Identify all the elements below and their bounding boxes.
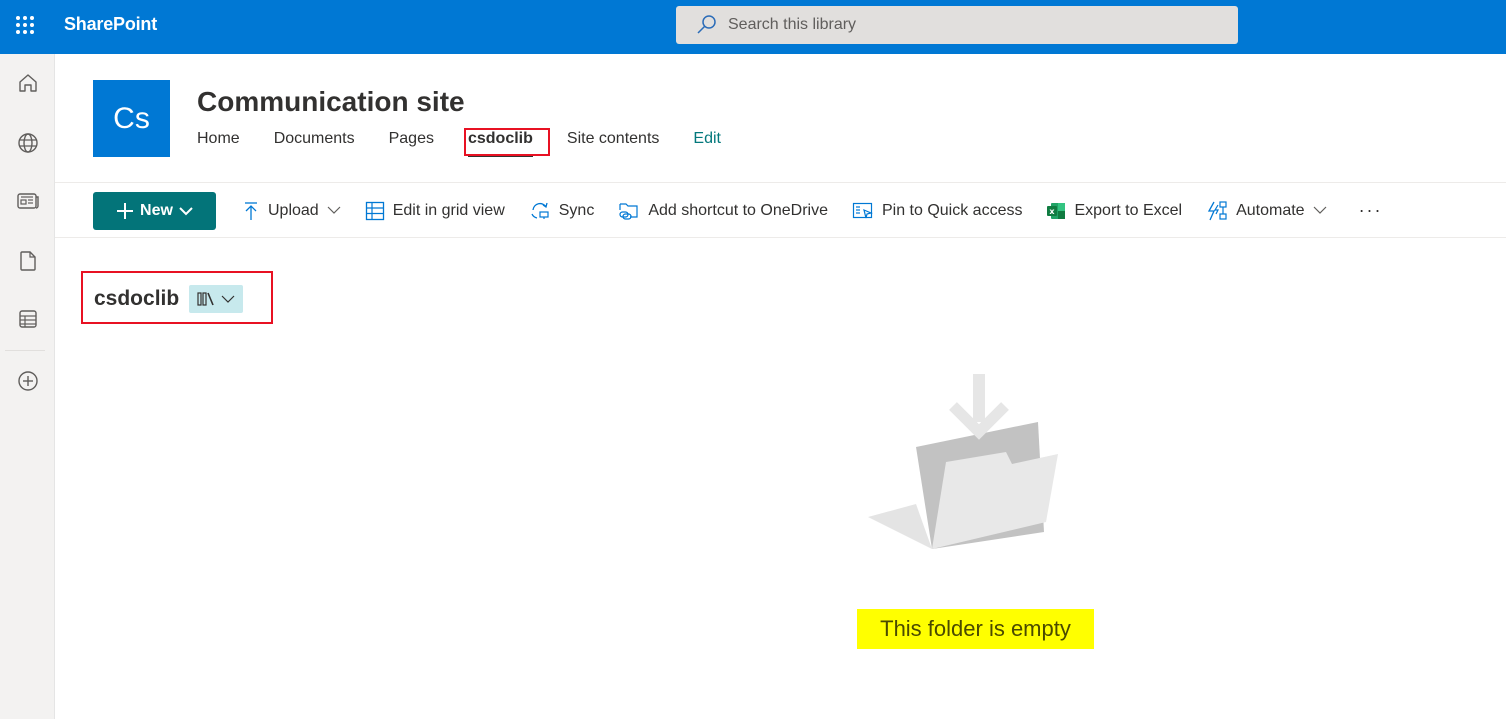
app-launcher-button[interactable] (0, 0, 50, 50)
nav-files[interactable] (0, 241, 55, 281)
upload-button[interactable]: Upload (230, 191, 353, 231)
automate-button[interactable]: Automate (1194, 191, 1338, 231)
shortcut-icon (619, 202, 638, 220)
news-icon (16, 193, 39, 209)
document-icon (19, 251, 36, 271)
home-icon (18, 74, 37, 92)
more-options-button[interactable]: ··· (1339, 191, 1403, 231)
sync-label: Sync (558, 201, 595, 219)
upload-icon (245, 201, 257, 220)
command-bar: New Upload Edit in grid view Sync Add sh… (55, 184, 1506, 238)
app-name[interactable]: SharePoint (64, 14, 157, 35)
chevron-down-icon (179, 206, 193, 215)
pin-quick-access-button[interactable]: Pin to Quick access (840, 191, 1035, 231)
chevron-down-icon (327, 206, 341, 214)
site-nav-pages[interactable]: Pages (389, 130, 434, 148)
site-navigation: Home Documents Pages csdoclib Site conte… (197, 130, 755, 157)
nav-divider (5, 350, 45, 351)
chevron-down-icon (1313, 206, 1326, 214)
library-title-row: csdoclib (94, 285, 244, 313)
sync-button[interactable]: Sync (517, 191, 607, 231)
add-shortcut-button[interactable]: Add shortcut to OneDrive (606, 191, 840, 231)
nav-news[interactable] (0, 181, 55, 221)
pin-quick-access-label: Pin to Quick access (881, 201, 1023, 219)
site-nav-documents[interactable]: Documents (274, 130, 355, 148)
edit-grid-view-button[interactable]: Edit in grid view (353, 191, 517, 231)
site-logo[interactable]: Cs (93, 80, 170, 157)
nav-sites[interactable] (0, 123, 55, 163)
search-icon (697, 15, 716, 34)
new-button-label: New (140, 201, 173, 219)
list-icon (18, 310, 37, 328)
empty-folder-illustration (868, 374, 1058, 549)
plus-icon (117, 202, 134, 219)
search-placeholder: Search this library (728, 16, 857, 33)
export-excel-button[interactable]: x Export to Excel (1034, 191, 1194, 231)
site-nav-edit[interactable]: Edit (693, 130, 721, 148)
site-nav-home[interactable]: Home (197, 130, 240, 148)
automate-label: Automate (1236, 201, 1305, 219)
site-title[interactable]: Communication site (197, 86, 465, 118)
library-title: csdoclib (94, 287, 180, 310)
left-nav (0, 54, 55, 719)
view-switcher-button[interactable] (189, 285, 244, 313)
suite-bar: SharePoint Search this library (0, 0, 1506, 54)
site-nav-site-contents[interactable]: Site contents (567, 130, 660, 148)
new-button[interactable]: New (93, 191, 216, 230)
nav-home[interactable] (0, 63, 55, 103)
automate-icon (1207, 200, 1227, 220)
sync-icon (531, 202, 549, 219)
svg-text:x: x (1050, 207, 1056, 216)
library-icon (197, 292, 214, 306)
pin-icon (852, 202, 873, 218)
add-shortcut-label: Add shortcut to OneDrive (648, 201, 828, 219)
excel-icon: x (1047, 202, 1066, 219)
nav-lists[interactable] (0, 299, 55, 339)
waffle-icon (16, 16, 34, 34)
export-excel-label: Export to Excel (1074, 201, 1183, 219)
edit-grid-view-label: Edit in grid view (392, 201, 505, 219)
chevron-down-icon (221, 295, 235, 303)
globe-icon (17, 133, 38, 153)
site-header: Cs Communication site Home Documents Pag… (55, 54, 1506, 183)
nav-create[interactable] (0, 361, 55, 401)
empty-state-message: This folder is empty (857, 609, 1094, 649)
more-icon: ··· (1358, 200, 1383, 220)
site-nav-csdoclib[interactable]: csdoclib (467, 130, 533, 157)
search-input[interactable]: Search this library (676, 6, 1238, 44)
grid-icon (365, 201, 384, 220)
upload-label: Upload (268, 201, 319, 219)
add-circle-icon (17, 371, 38, 391)
